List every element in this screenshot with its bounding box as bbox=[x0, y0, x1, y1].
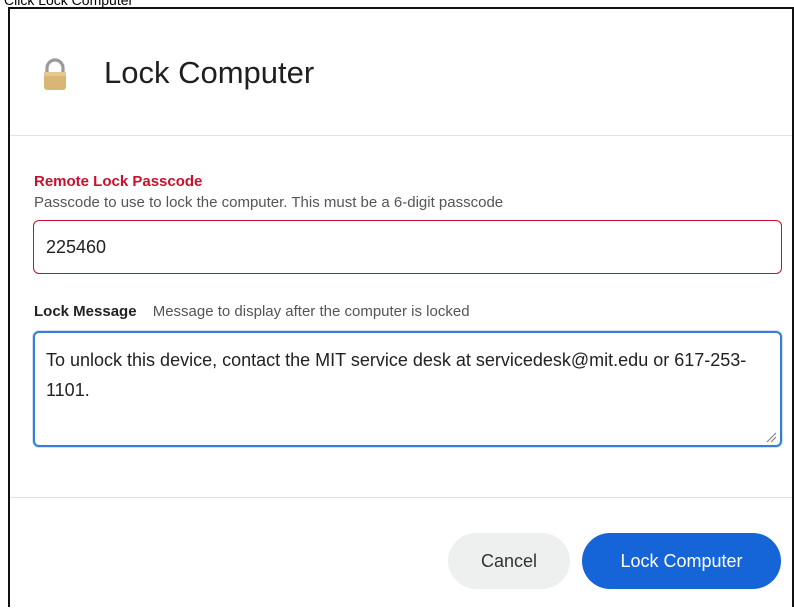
lock-message-textarea[interactable]: To unlock this device, contact the MIT s… bbox=[33, 331, 782, 447]
lock-computer-button[interactable]: Lock Computer bbox=[582, 533, 781, 589]
cancel-button[interactable]: Cancel bbox=[448, 533, 570, 589]
passcode-label: Remote Lock Passcode bbox=[34, 173, 203, 190]
lock-message-label-row: Lock Message Message to display after th… bbox=[34, 303, 470, 320]
lock-message-help-text: Message to display after the computer is… bbox=[152, 303, 470, 320]
lock-icon bbox=[40, 57, 70, 93]
passcode-help-text: Passcode to use to lock the computer. Th… bbox=[34, 194, 504, 211]
lock-message-label: Lock Message bbox=[34, 303, 137, 320]
passcode-input[interactable] bbox=[33, 220, 782, 274]
dialog-header: Lock Computer bbox=[10, 9, 792, 136]
dialog-body: Remote Lock Passcode Passcode to use to … bbox=[10, 135, 792, 498]
dialog-footer: Cancel Lock Computer bbox=[10, 498, 792, 609]
lock-computer-dialog: Lock Computer Remote Lock Passcode Passc… bbox=[8, 7, 794, 607]
dialog-title: Lock Computer bbox=[104, 55, 315, 90]
resize-handle-icon[interactable] bbox=[765, 430, 777, 443]
